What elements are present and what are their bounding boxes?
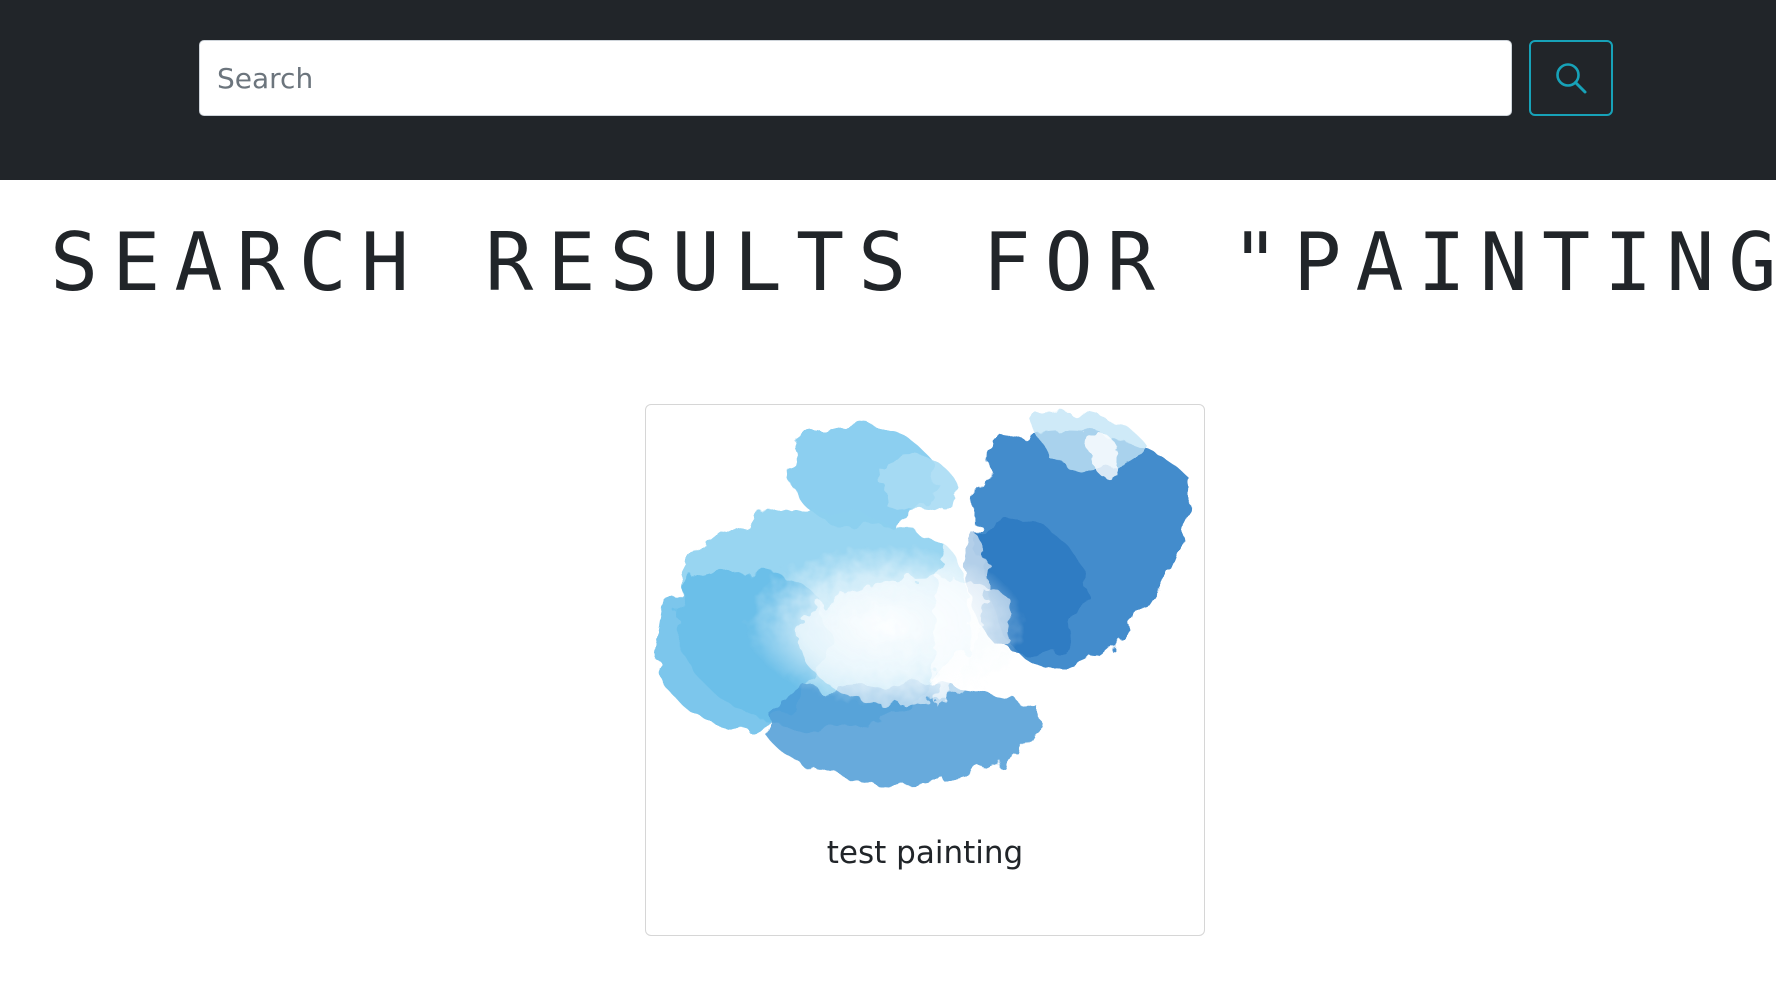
page-title-text: SEARCH RESULTS FOR "PAINTING": [50, 216, 1776, 309]
result-card[interactable]: test painting: [645, 404, 1205, 936]
top-navbar: [0, 0, 1776, 180]
search-input[interactable]: [199, 40, 1512, 116]
page-title: SEARCH RESULTS FOR "PAINTING": [50, 213, 1776, 313]
result-title[interactable]: test painting: [646, 835, 1204, 871]
result-thumbnail: [656, 411, 1188, 786]
search-button[interactable]: [1529, 40, 1613, 116]
search-icon: [1556, 63, 1587, 94]
